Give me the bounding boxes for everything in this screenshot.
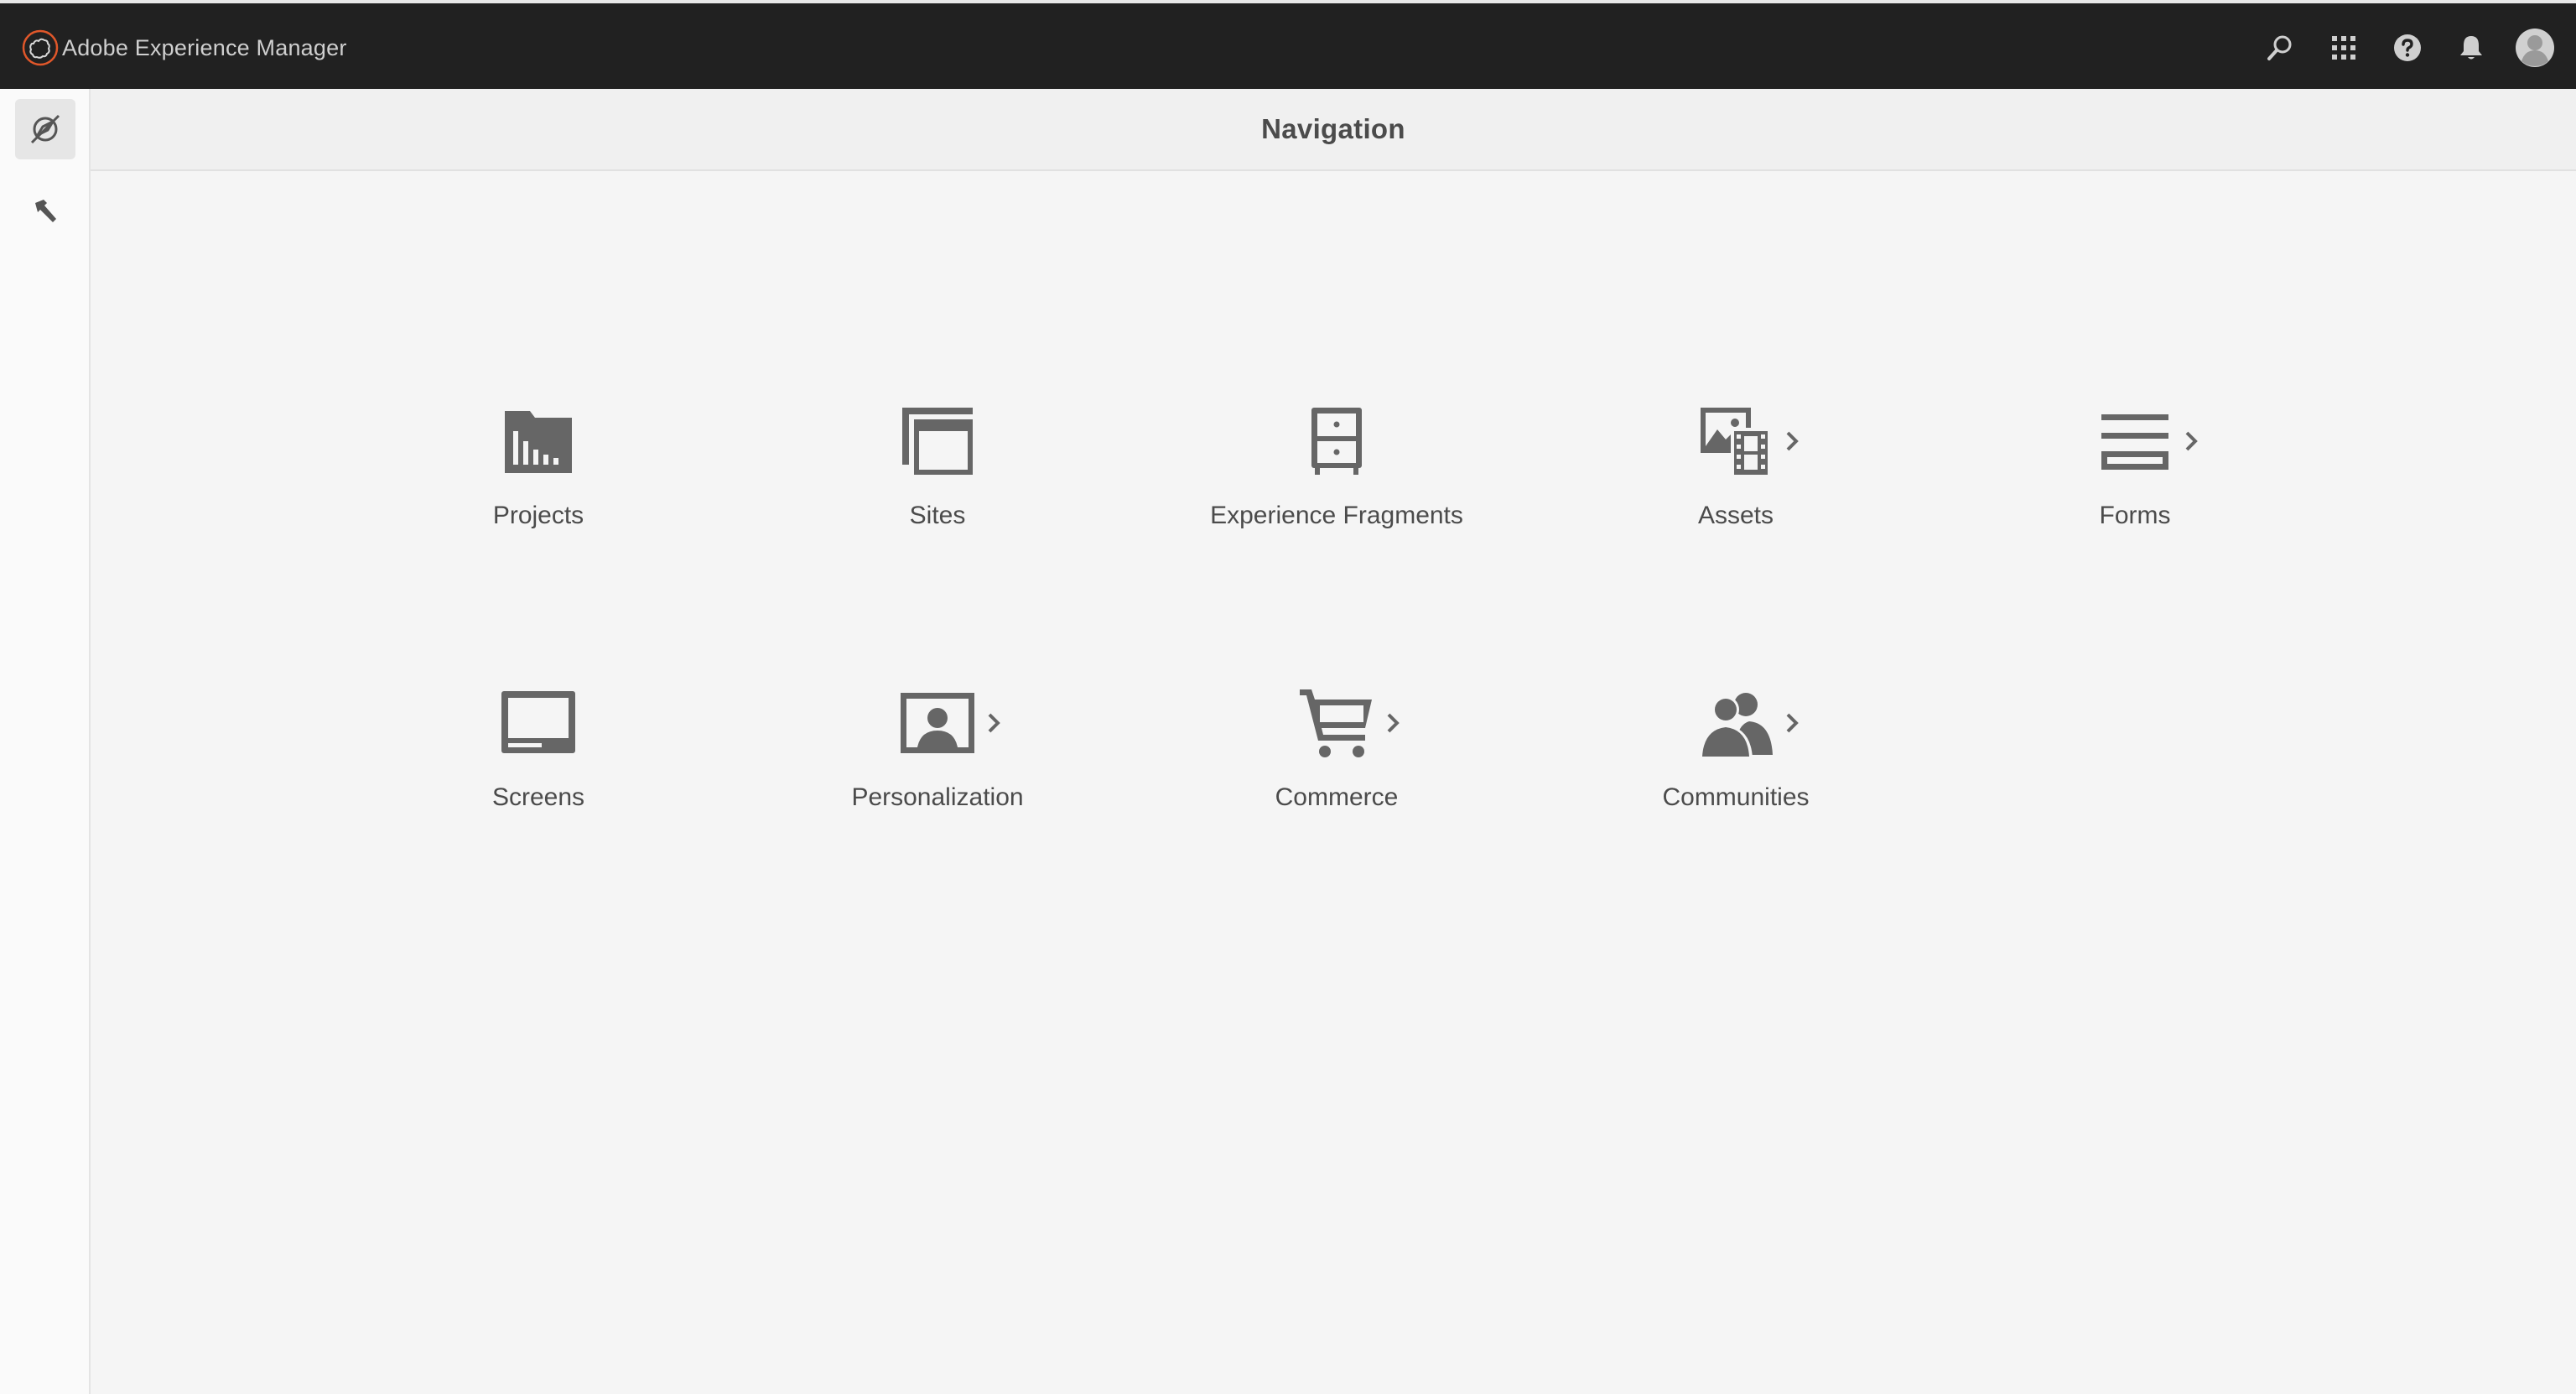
navigation-grid: Projects Sites Experience Fragments Asse… [91,171,2576,1394]
nav-item-label: Assets [1697,502,1774,529]
forms-icon [2101,414,2168,470]
nav-item-assets[interactable]: Assets [1568,403,1903,570]
rail-tools-button[interactable] [15,181,75,242]
screens-icon [501,691,575,753]
page-header: Navigation [91,89,2576,171]
help-button[interactable] [2386,27,2428,69]
chevron-right-icon [1387,713,1400,733]
commerce-cart-icon [1300,689,1372,757]
chevron-right-icon [2185,431,2198,451]
personalization-icon [901,693,974,753]
bell-icon [2460,36,2482,60]
app-shell: Adobe Experience Manager Navigation Proj… [0,0,2576,1394]
help-icon [2394,34,2421,61]
nav-item-commerce[interactable]: Commerce [1169,684,1504,852]
top-bar: Adobe Experience Manager [0,0,2576,89]
nav-item-label: Projects [492,502,584,529]
solutions-button[interactable] [2323,27,2365,69]
projects-icon [505,411,572,473]
search-button[interactable] [2259,27,2301,69]
nav-item-label: Screens [491,783,585,811]
nav-item-label: Experience Fragments [1210,502,1463,529]
rail-navigation-button[interactable] [15,99,75,159]
brand-link[interactable]: Adobe Experience Manager [22,29,347,67]
left-rail [0,89,91,1394]
avatar [2516,29,2554,67]
search-icon [2267,35,2292,60]
user-profile-button[interactable] [2514,27,2556,69]
communities-icon [1699,693,1773,758]
nav-item-personalization[interactable]: Personalization [770,684,1105,852]
notifications-button[interactable] [2450,27,2492,69]
navigation-compass-icon [30,114,60,144]
chevron-right-icon [1786,431,1799,451]
chevron-right-icon [1786,713,1799,733]
assets-icon [1701,408,1771,476]
nav-item-forms[interactable]: Forms [1967,403,2303,570]
nav-item-sites[interactable]: Sites [770,403,1105,570]
aem-logo-icon [22,29,59,66]
nav-item-label: Forms [2099,502,2171,529]
nav-item-communities[interactable]: Communities [1568,684,1903,852]
sites-icon [902,408,973,475]
nav-item-label: Personalization [851,783,1024,811]
top-actions [2237,27,2556,69]
nav-item-experience-fragments[interactable]: Experience Fragments [1169,403,1504,570]
nav-item-projects[interactable]: Projects [371,403,706,570]
nav-item-screens[interactable]: Screens [371,684,706,852]
nav-item-label: Sites [909,502,966,529]
apps-grid-icon [2332,36,2355,60]
app-title: Adobe Experience Manager [62,34,347,60]
page-title: Navigation [1261,113,1405,144]
chevron-right-icon [988,713,1000,733]
tools-hammer-icon [35,200,56,222]
nav-item-label: Communities [1662,783,1810,811]
experience-fragments-icon [1311,408,1362,475]
nav-item-label: Commerce [1275,783,1399,811]
